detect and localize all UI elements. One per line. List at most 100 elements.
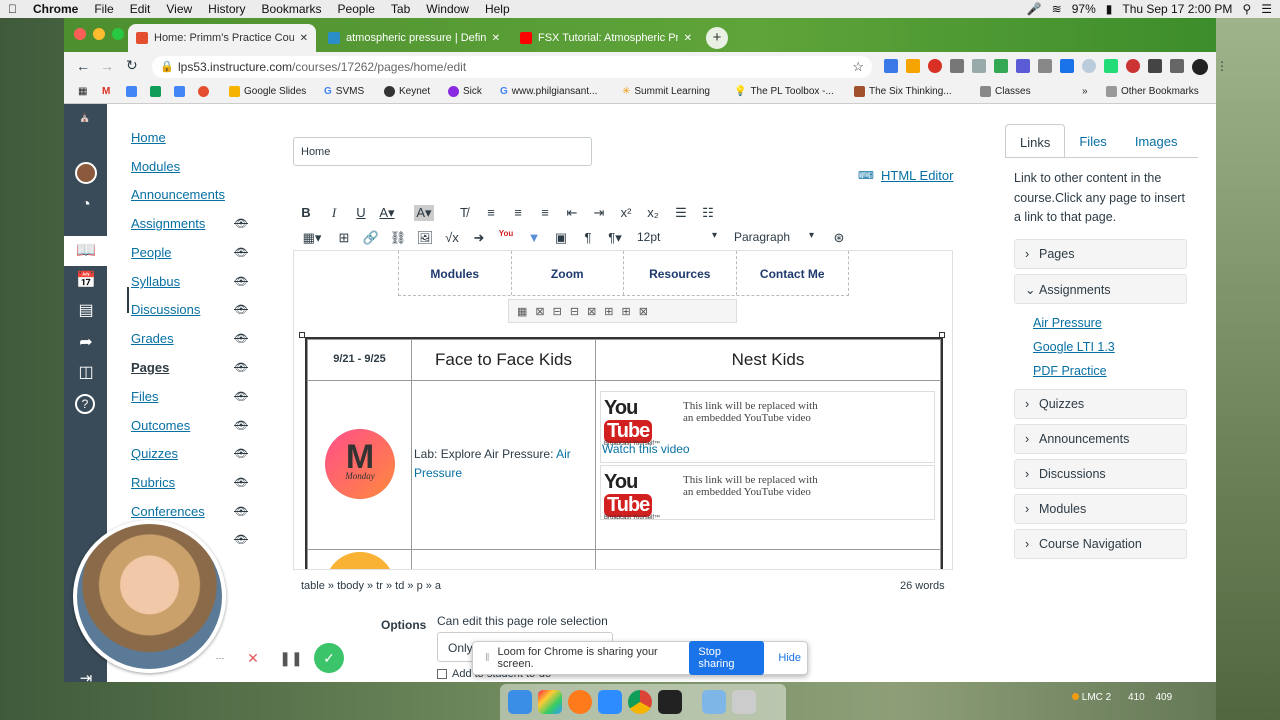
extension-icon[interactable] [994,59,1008,73]
course-nav-modules[interactable]: Modules [131,159,180,174]
hidden-from-students-icon[interactable]: 👁 [234,217,248,230]
course-nav-rubrics[interactable]: Rubrics [131,475,175,490]
hidden-from-students-icon[interactable]: 👁 [234,505,248,518]
menu-bookmarks[interactable]: Bookmarks [254,2,330,16]
clear-formatting-button[interactable]: T̸ [454,205,474,220]
todo-checkbox[interactable] [437,669,447,679]
firefox-icon[interactable] [568,690,592,714]
finder-icon[interactable] [508,690,532,714]
new-tab-button[interactable]: + [706,27,728,49]
close-window-button[interactable] [74,28,86,40]
bookmark-six-thinking[interactable]: The Six Thinking... [854,86,952,97]
reload-icon[interactable]: ↻ [126,57,138,74]
battery-icon[interactable]: ▮ [1106,2,1113,16]
course-nav-assignments[interactable]: Assignments [131,216,205,231]
nav-cell-modules[interactable]: Modules [399,251,512,295]
delete-row-icon[interactable]: ⊠ [587,305,596,318]
hidden-from-students-icon[interactable]: 👁 [234,361,248,374]
italic-button[interactable]: I [324,205,344,221]
bookmark-sick[interactable]: Sick [448,86,482,97]
section-course-navigation[interactable]: › Course Navigation [1014,529,1187,559]
menu-file[interactable]: File [86,2,121,16]
bookmark-summit-learning[interactable]: ✳ Summit Learning [622,86,710,97]
bookmark-classes[interactable]: Classes [980,86,1031,97]
account-avatar[interactable] [75,162,97,184]
minimize-window-button[interactable] [93,28,105,40]
browser-menu-icon[interactable]: ⋮ [1216,59,1228,75]
course-nav-people[interactable]: People [131,245,171,260]
accessibility-checker-icon[interactable]: ⊛ [829,230,849,246]
table-header-week[interactable]: 9/21 - 9/25 [307,339,412,381]
insert-row-before-icon[interactable]: ⊟ [553,305,562,318]
table-cell-videos[interactable] [595,549,941,569]
chrome-icon[interactable] [628,690,652,714]
menu-help[interactable]: Help [477,2,518,16]
bookmarks-overflow[interactable]: » [1082,86,1088,97]
help-icon[interactable]: ? [75,394,95,414]
insert-col-before-icon[interactable]: ⊞ [604,305,613,318]
browser-tab-atmospheric[interactable]: atmospheric pressure | Definiti ✕ [320,24,508,52]
pause-recording-icon[interactable]: ❚❚ [276,643,306,673]
browser-tab-fsx[interactable]: FSX Tutorial: Atmospheric Pres ✕ [512,24,700,52]
hidden-from-students-icon[interactable]: 👁 [234,476,248,489]
record-media-button[interactable]: ➜ [469,230,489,246]
wifi-icon[interactable]: ≋ [1052,2,1062,16]
extension-icon[interactable] [1082,59,1096,73]
hidden-from-students-icon[interactable]: 👁 [234,390,248,403]
youtube-button[interactable]: You [496,229,516,238]
stop-sharing-button[interactable]: Stop sharing [689,641,765,675]
calendar-icon[interactable]: 📅 [75,270,97,292]
hide-button[interactable]: Hide [772,647,807,669]
extension-icon[interactable] [906,59,920,73]
tab-files[interactable]: Files [1065,124,1120,158]
bookmark-google-slides[interactable]: Google Slides [229,86,306,97]
section-modules[interactable]: › Modules [1014,494,1187,524]
studio-icon[interactable]: ◫ [75,362,97,384]
dashboard-icon[interactable]: ◔ [75,194,97,216]
align-center-button[interactable]: ≡ [508,205,528,220]
course-nav-announcements[interactable]: Announcements [131,187,225,202]
canvas-icon[interactable] [198,86,209,97]
spotlight-icon[interactable]: ⚲ [1242,2,1251,16]
extensions-puzzle-icon[interactable] [1148,59,1162,73]
assignment-link[interactable]: Air Pressure [1033,316,1102,330]
delete-col-icon[interactable]: ⊠ [639,305,648,318]
extension-icon[interactable] [1126,59,1140,73]
nav-cell-contact-me[interactable]: Contact Me [737,251,849,295]
battery-level[interactable]: 97% [1072,2,1096,16]
menu-window[interactable]: Window [418,2,477,16]
screenshot-icon[interactable] [658,690,682,714]
menu-people[interactable]: People [330,2,383,16]
section-assignments[interactable]: ⌄ Assignments [1014,274,1187,304]
hidden-from-students-icon[interactable]: 👁 [234,419,248,432]
extension-icon[interactable] [1060,59,1074,73]
hidden-from-students-icon[interactable]: 👁 [234,332,248,345]
inbox-icon[interactable]: ▤ [75,300,97,322]
extension-icon[interactable] [884,59,898,73]
bookmark-star-icon[interactable]: ☆ [852,59,864,75]
bookmark-philgiansant[interactable]: Gwww.philgiansant... [500,86,597,97]
section-quizzes[interactable]: › Quizzes [1014,389,1187,419]
profile-avatar[interactable] [1192,59,1208,75]
insert-row-after-icon[interactable]: ⊟ [570,305,579,318]
course-nav-pages[interactable]: Pages [131,360,169,375]
hidden-from-students-icon[interactable]: 👁 [234,533,248,546]
hidden-from-students-icon[interactable]: 👁 [234,275,248,288]
table-cell-lab[interactable]: Lab: Explore Air Pressure: Air Pressure [411,380,596,550]
course-nav-conferences[interactable]: Conferences [131,504,205,519]
align-left-button[interactable]: ≡ [481,205,501,220]
page-title-input[interactable]: Home [293,137,592,166]
clock[interactable]: Thu Sep 17 2:00 PM [1122,2,1232,16]
hidden-from-students-icon[interactable]: 👁 [234,246,248,259]
more-options-button[interactable]: ··· [210,648,230,668]
superscript-button[interactable]: x² [616,205,636,220]
microphone-icon[interactable]: 🎤 [1027,2,1042,16]
menu-edit[interactable]: Edit [122,2,159,16]
control-center-icon[interactable]: ☰ [1261,2,1272,16]
rich-content-editor[interactable]: Modules Zoom Resources Contact Me ▦ ⊠ ⊟ … [293,250,953,570]
drag-handle-icon[interactable]: ‖ [485,652,490,664]
numbered-list-button[interactable]: ☷ [698,205,718,221]
rtl-button[interactable]: ¶▾ [605,230,625,246]
bookmark-keynet[interactable]: Keynet [384,86,430,97]
course-nav-home[interactable]: Home [131,130,166,145]
